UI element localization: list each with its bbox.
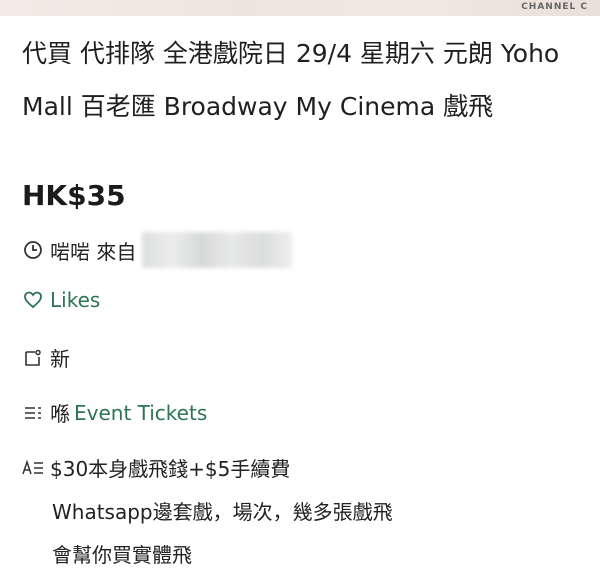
description-line-2: Whatsapp邊套戲，場次，幾多張戲飛 — [52, 500, 393, 524]
seller-name-redacted[interactable] — [142, 232, 293, 268]
description-row: $30本身戲飛錢+$5手續費 — [22, 453, 290, 482]
list-icon — [22, 402, 44, 424]
top-banner-strip: CHANNEL C — [0, 0, 600, 16]
seller-row: 啱啱 來自 — [22, 232, 293, 268]
condition-row: 新 — [22, 343, 70, 372]
category-prefix: 喺 — [50, 402, 70, 426]
likes-row[interactable]: Likes — [22, 288, 100, 312]
listing-price: HK$35 — [22, 179, 126, 212]
tag-icon — [22, 347, 44, 369]
heart-icon[interactable] — [22, 289, 44, 311]
category-link[interactable]: Event Tickets — [74, 401, 207, 425]
watermark: CHANNEL C — [521, 2, 588, 12]
description-line-1: $30本身戲飛錢+$5手續費 — [50, 457, 291, 481]
seller-label: 啱啱 來自 — [50, 239, 137, 264]
clock-icon — [22, 239, 44, 261]
description-line-3: 會幫你買實體飛 — [52, 543, 192, 567]
condition-value: 新 — [50, 347, 70, 371]
text-format-icon — [22, 457, 44, 479]
listing-title: 代買 代排隊 全港戲院日 29/4 星期六 元朗 Yoho Mall 百老匯 B… — [22, 39, 560, 121]
category-row: 喺 Event Tickets — [22, 398, 207, 427]
likes-label[interactable]: Likes — [50, 288, 100, 312]
